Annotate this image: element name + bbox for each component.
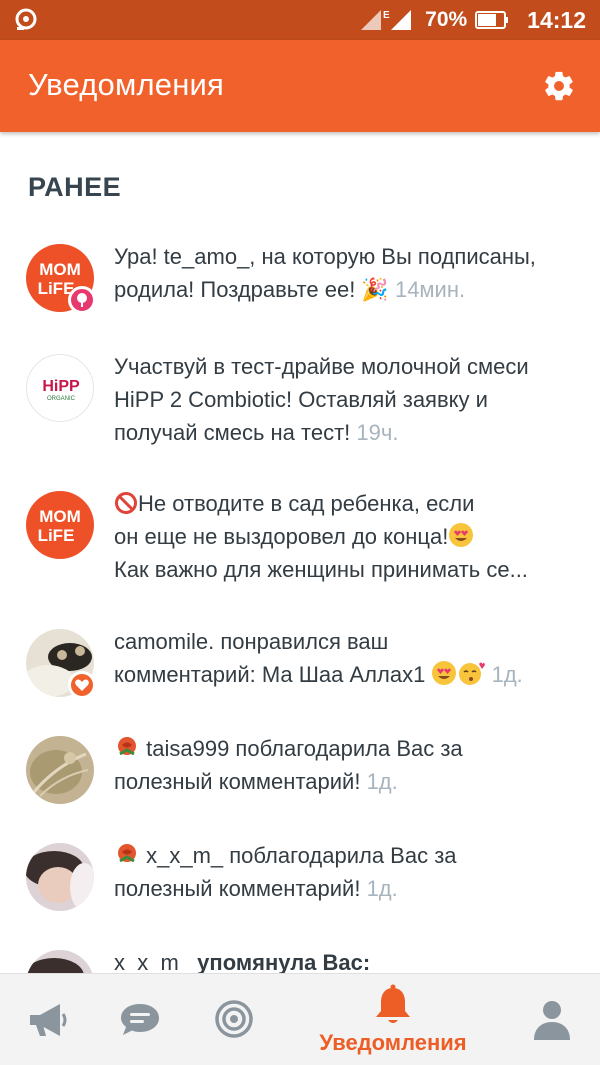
rose-icon: [118, 844, 136, 863]
svg-text:HiPP: HiPP: [42, 378, 80, 395]
nav-notifications[interactable]: Уведомления: [313, 974, 473, 1065]
svg-text:MOM: MOM: [39, 507, 81, 526]
notification-item[interactable]: camomile. понравился ваш комментарий: Ма…: [0, 625, 600, 705]
notification-item[interactable]: x_x_m_ упомянула Вас:: [0, 946, 600, 973]
nav-goals[interactable]: [208, 974, 268, 1065]
avatar[interactable]: [26, 843, 94, 911]
momlife-logo: MOM LiFE: [38, 507, 81, 545]
target-icon: [215, 1000, 253, 1038]
battery-icon: [475, 11, 509, 29]
nav-label: Уведомления: [319, 1030, 467, 1055]
kissing-emoji-icon: [459, 662, 486, 685]
profile-icon: [534, 1001, 570, 1040]
notifications-list[interactable]: РАНЕЕ MOM LiFE Ура! te_amo_, на которую …: [0, 132, 600, 973]
notification-text: x_x_m_ поблагодарила Вас за полезный ком…: [114, 843, 457, 901]
notification-text: Ура! te_amo_, на которую Вы подписаны, р…: [114, 244, 536, 302]
avatar[interactable]: [26, 629, 96, 699]
notification-text: Участвуй в тест-драйве молочной смеси Hi…: [114, 354, 529, 445]
megaphone-icon: [30, 1004, 67, 1036]
status-bar: E 70% 14:12: [0, 0, 600, 40]
svg-text:MOM: MOM: [39, 260, 81, 279]
heart-eyes-emoji-icon: [432, 661, 457, 685]
notification-text: Не отводите в сад ребенка, если он еще н…: [114, 491, 528, 582]
baby-badge-icon: [68, 286, 96, 314]
avatar[interactable]: MOM LiFE: [26, 244, 96, 314]
user-photo: [26, 843, 94, 911]
timestamp: 14мин.: [394, 277, 466, 302]
avatar[interactable]: [26, 736, 94, 804]
notification-item[interactable]: MOM LiFE Ура! te_amo_, на которую Вы под…: [0, 240, 600, 340]
section-title: РАНЕЕ: [28, 172, 122, 202]
notification-item[interactable]: taisa999 поблагодарила Вас за полезный к…: [0, 732, 600, 812]
notification-text: taisa999 поблагодарила Вас за полезный к…: [114, 736, 463, 794]
battery-percent: 70%: [425, 8, 468, 31]
notification-text: x_x_m_ упомянула Вас:: [114, 950, 371, 973]
user-photo: [26, 950, 94, 973]
app-bar: Уведомления: [0, 40, 600, 132]
chat-icon: [121, 1004, 159, 1035]
nav-messages[interactable]: [112, 974, 172, 1065]
hipp-logo: HiPP ORGANIC: [42, 378, 80, 402]
avatar[interactable]: [26, 950, 94, 973]
signal-icon: E: [361, 10, 412, 30]
avatar[interactable]: MOM LiFE: [26, 491, 94, 559]
timestamp: 1д.: [366, 769, 398, 794]
prohibited-icon: [115, 492, 137, 514]
timestamp: 1д.: [491, 662, 523, 687]
avatar[interactable]: HiPP ORGANIC: [26, 354, 94, 422]
gear-icon[interactable]: [542, 69, 576, 103]
timestamp: 1д.: [366, 876, 398, 901]
clock: 14:12: [527, 6, 586, 33]
notification-text: camomile. понравился ваш комментарий: Ма…: [114, 629, 523, 687]
nav-feed[interactable]: [20, 974, 80, 1065]
heart-eyes-emoji-icon: [449, 523, 474, 547]
rose-icon: [118, 737, 136, 756]
app-notification-icon: [15, 8, 37, 30]
bell-icon: [376, 984, 410, 1023]
user-photo: [26, 736, 94, 804]
notification-item[interactable]: x_x_m_ поблагодарила Вас за полезный ком…: [0, 839, 600, 919]
notification-item[interactable]: HiPP ORGANIC Участвуй в тест-драйве моло…: [0, 350, 600, 460]
heart-badge-icon: [68, 671, 96, 699]
bottom-nav: Уведомления: [0, 973, 600, 1065]
svg-text:LiFE: LiFE: [38, 526, 75, 545]
page-title: Уведомления: [28, 67, 225, 102]
nav-profile[interactable]: [526, 974, 586, 1065]
notification-item[interactable]: MOM LiFE Не отводите в сад ребенка, если…: [0, 487, 600, 597]
network-type: E: [383, 10, 390, 21]
svg-text:ORGANIC: ORGANIC: [47, 396, 76, 402]
timestamp: 19ч.: [356, 420, 399, 445]
